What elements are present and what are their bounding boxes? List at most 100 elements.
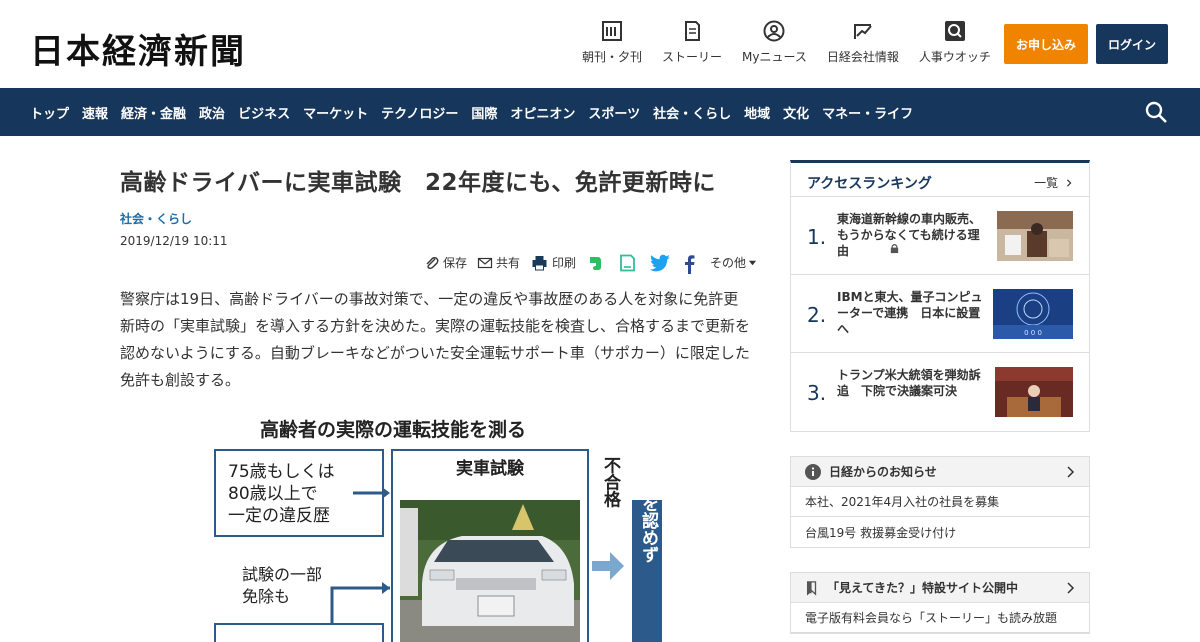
nav-newspaper-label: 朝刊・夕刊: [582, 50, 643, 64]
article-body: 警察庁は19日、高齢ドライバーの事故対策で、一定の違反や事故歴のある人を対象に免…: [120, 290, 751, 389]
story-icon: [685, 21, 701, 41]
chevron-right-icon: [1066, 179, 1072, 187]
print-button[interactable]: 印刷: [530, 254, 576, 271]
cat-top[interactable]: トップ: [30, 103, 69, 122]
special-site-box: 「見えてきた？」特設サイト公開中 電子版有料会員なら「ストーリー」も読み放題: [790, 572, 1090, 634]
nav-mynews[interactable]: Myニュース: [732, 20, 817, 70]
cat-business[interactable]: ビジネス: [238, 103, 290, 122]
mail-icon: [477, 257, 493, 268]
rank-text: 東海道新幹線の車内販売、もうからなくても続ける理由: [837, 212, 982, 258]
cat-money-life[interactable]: マネー・ライフ: [822, 103, 913, 122]
search-icon[interactable]: [1144, 100, 1168, 124]
ranking-item[interactable]: 3. トランプ米大統領を弾劾訴追 下院で決議案可決: [791, 353, 1089, 431]
facebook-icon[interactable]: [682, 254, 696, 274]
cat-economy[interactable]: 経済・金融: [121, 103, 186, 122]
rank-number: 3.: [807, 381, 827, 405]
figure-note-line-2: 免除も: [242, 587, 290, 606]
caret-down-icon: [748, 260, 757, 266]
nav-newspaper[interactable]: 朝刊・夕刊: [572, 20, 652, 70]
ranking-more-label: 一覧: [1034, 176, 1059, 190]
cat-technology[interactable]: テクノロジー: [381, 103, 458, 122]
cat-society[interactable]: 社会・くらし: [653, 103, 731, 122]
cat-region[interactable]: 地域: [744, 103, 770, 122]
cat-culture[interactable]: 文化: [783, 103, 809, 122]
cat-politics[interactable]: 政治: [199, 103, 225, 122]
header-nav: 朝刊・夕刊 ストーリー Myニュース 日経会社情報 人事ウオッチ: [572, 20, 1001, 70]
print-label: 印刷: [552, 256, 577, 270]
save-label: 保存: [443, 256, 468, 270]
more-dropdown[interactable]: その他: [710, 254, 760, 271]
nav-story-label: ストーリー: [662, 50, 723, 64]
ranking-title: アクセスランキング: [807, 176, 932, 192]
printer-icon: [532, 255, 547, 270]
special-header[interactable]: 「見えてきた？」特設サイト公開中: [791, 573, 1089, 603]
bookmark-icon: [806, 580, 817, 596]
figure-note-line-1: 試験の一部: [242, 565, 322, 584]
article-category-link[interactable]: 社会・くらし: [120, 210, 760, 227]
notice-header[interactable]: 日経からのお知らせ: [791, 457, 1089, 487]
cat-flash[interactable]: 速報: [82, 103, 108, 122]
notice-title: 日経からのお知らせ: [829, 465, 937, 479]
user-icon: [763, 20, 785, 42]
apply-button[interactable]: お申し込み: [1004, 24, 1088, 64]
evernote-icon[interactable]: [586, 254, 604, 272]
login-button[interactable]: ログイン: [1096, 24, 1168, 64]
cat-opinion[interactable]: オピニオン: [510, 103, 575, 122]
figure-condition-line-2: 80歳以上で: [228, 484, 318, 504]
car-photo: [400, 500, 580, 642]
notice-item[interactable]: 本社、2021年4月入社の社員を募集: [791, 487, 1089, 517]
article-toolbar: 保存 共有 印刷 その他: [120, 254, 760, 278]
site-logo[interactable]: 日本経濟新聞: [30, 24, 246, 73]
rank-text: トランプ米大統領を弾劾訴追 下院で決議案可決: [837, 368, 981, 398]
cat-international[interactable]: 国際: [471, 103, 497, 122]
category-nav: トップ 速報 経済・金融 政治 ビジネス マーケット テクノロジー 国際 オピニ…: [0, 88, 1200, 136]
search-person-icon: [944, 21, 965, 41]
nav-mynews-label: Myニュース: [742, 50, 807, 64]
figure-title: 高齢者の実際の運転技能を測る: [260, 418, 526, 441]
nav-personnel-label: 人事ウオッチ: [918, 50, 991, 64]
nav-company-info-label: 日経会社情報: [826, 50, 899, 64]
figure-result-label: 運転を認めず: [638, 461, 659, 563]
ranking-thumbnail: [997, 211, 1073, 261]
ranking-more-link[interactable]: 一覧: [1034, 174, 1073, 191]
svg-text:0 0 0: 0 0 0: [1024, 329, 1042, 337]
share-button[interactable]: 共有: [477, 254, 520, 271]
access-ranking: アクセスランキング 一覧 1. 東海道新幹線の車内販売、もうからなくても続ける理…: [790, 160, 1090, 432]
figure-arrow-2: [610, 552, 624, 580]
chevron-right-icon: [1067, 466, 1075, 478]
save-button[interactable]: 保存: [424, 254, 467, 271]
rank-number: 1.: [807, 225, 827, 249]
special-item[interactable]: 電子版有料会員なら「ストーリー」も読み放題: [791, 603, 1089, 633]
newspaper-icon: [602, 21, 622, 41]
notice-item[interactable]: 台風19号 救援募金受け付け: [791, 517, 1089, 547]
nav-story[interactable]: ストーリー: [652, 20, 732, 70]
ranking-thumbnail: 0 0 0: [993, 289, 1073, 339]
twitter-icon[interactable]: [649, 254, 671, 272]
site-header: 日本経濟新聞 朝刊・夕刊 ストーリー Myニュース 日経会社情報 人事ウオッチ …: [0, 0, 1200, 88]
special-title: 「見えてきた？」特設サイト公開中: [827, 581, 1019, 595]
article-figure: 高齢者の実際の運転技能を測る 75歳もしくは 80歳以上で 一定の違反歴 実車試…: [214, 418, 662, 642]
cat-sports[interactable]: スポーツ: [588, 103, 640, 122]
cat-market[interactable]: マーケット: [303, 103, 368, 122]
ranking-header: アクセスランキング 一覧: [791, 163, 1089, 197]
article-date: 2019/12/19 10:11: [120, 233, 228, 248]
nikkei-notice: 日経からのお知らせ 本社、2021年4月入社の社員を募集 台風19号 救援募金受…: [790, 456, 1090, 548]
lock-icon: [890, 244, 899, 254]
chart-icon: [853, 24, 872, 39]
rank-text: IBMと東大、量子コンピューターで連携 日本に設置へ: [837, 290, 983, 336]
chevron-right-icon: [1067, 582, 1075, 594]
article-title: 高齢ドライバーに実車試験 22年度にも、免許更新時に: [120, 170, 716, 196]
ranking-item[interactable]: 2. IBMと東大、量子コンピューターで連携 日本に設置へ 0 0 0: [791, 275, 1089, 353]
figure-condition-line-1: 75歳もしくは: [228, 462, 335, 482]
figure-fail-label: 不合格: [600, 457, 621, 509]
ranking-thumbnail: [995, 367, 1073, 417]
ranking-item[interactable]: 1. 東海道新幹線の車内販売、もうからなくても続ける理由: [791, 197, 1089, 275]
sidebar: アクセスランキング 一覧 1. 東海道新幹線の車内販売、もうからなくても続ける理…: [790, 160, 1090, 634]
article: 高齢ドライバーに実車試験 22年度にも、免許更新時に 社会・くらし 2019/1…: [120, 160, 760, 642]
figure-condition-line-3: 一定の違反歴: [228, 506, 330, 526]
note-icon[interactable]: [618, 254, 636, 272]
more-label: その他: [710, 256, 747, 270]
nav-company-info[interactable]: 日経会社情報: [817, 20, 909, 70]
info-icon: [805, 463, 821, 480]
nav-personnel[interactable]: 人事ウオッチ: [909, 20, 1001, 70]
